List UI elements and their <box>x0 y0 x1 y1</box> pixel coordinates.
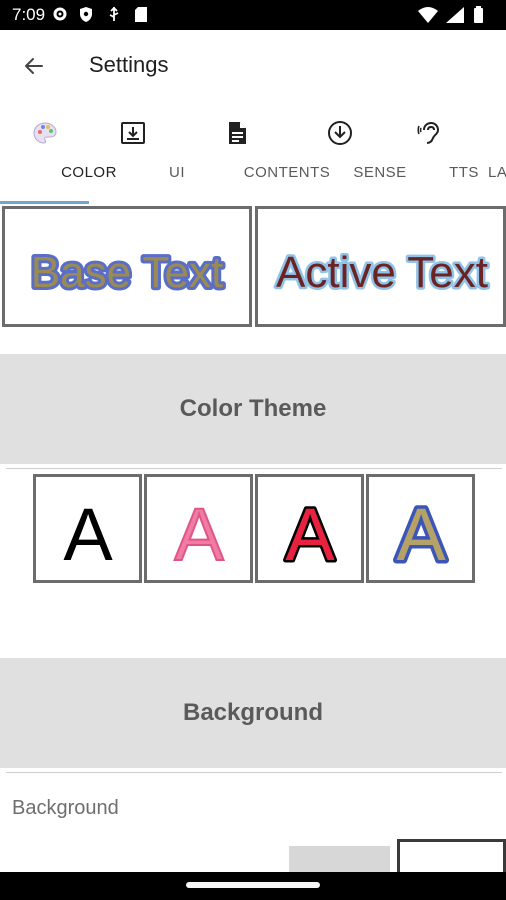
theme-letter-4: A <box>393 490 450 580</box>
signal-icon <box>446 7 464 23</box>
app-bar: Settings <box>0 30 506 100</box>
document-icon <box>224 120 250 146</box>
background-header: Background <box>0 658 506 768</box>
color-theme-header: Color Theme <box>0 354 506 464</box>
theme-letter-3: A <box>283 491 338 579</box>
tab-ui[interactable]: UI <box>89 110 185 206</box>
tab-bar: COLOR UI CONTENTS SENSE TTS LA <box>0 110 506 206</box>
download-box-icon <box>120 120 146 146</box>
svg-text:A: A <box>63 493 113 576</box>
shield-icon <box>78 6 94 28</box>
page-title: Settings <box>89 52 169 77</box>
background-field-label: Background <box>12 797 119 819</box>
palette-icon <box>32 120 58 146</box>
base-text-svg: Base Text <box>28 245 226 300</box>
theme-letter-2: A <box>173 492 225 577</box>
active-text-preview[interactable]: Active Text <box>255 206 506 327</box>
svg-text:A: A <box>285 493 335 576</box>
color-theme-title: Color Theme <box>179 395 327 422</box>
theme-tile-1[interactable]: A <box>33 474 142 583</box>
svg-text:A: A <box>174 493 224 576</box>
svg-text:A: A <box>396 493 446 576</box>
arrow-left-icon <box>25 58 43 74</box>
wifi-signal-battery-icons <box>418 6 483 23</box>
tab-contents[interactable]: CONTENTS <box>187 110 330 206</box>
tab-indicator <box>0 201 89 204</box>
arrow-down-circle-icon <box>327 120 353 146</box>
home-gesture-handle[interactable] <box>186 882 320 888</box>
navigation-bar <box>0 872 506 900</box>
background-title: Background <box>182 699 323 726</box>
tab-label-la: LA <box>488 164 506 181</box>
status-right-icons <box>416 5 496 30</box>
tab-la[interactable]: LA <box>486 110 506 206</box>
theme-letter-1: A <box>63 493 113 576</box>
tab-tts[interactable]: TTS <box>394 110 478 206</box>
active-text-label: Active Text <box>276 248 488 297</box>
sd-card-icon <box>134 6 148 28</box>
base-text-label: Base Text <box>31 248 223 297</box>
divider <box>6 772 502 773</box>
status-bar: 7:09 <box>0 0 506 30</box>
tab-color[interactable]: COLOR <box>0 110 116 206</box>
wifi-icon <box>418 7 438 23</box>
status-time: 7:09 <box>12 5 46 24</box>
gear-icon <box>52 6 68 27</box>
back-button[interactable] <box>16 48 52 84</box>
tab-sense[interactable]: SENSE <box>300 110 406 206</box>
theme-tile-2[interactable]: A <box>144 474 253 583</box>
base-text-preview[interactable]: Base Text <box>2 206 252 327</box>
ear-icon <box>416 120 442 146</box>
battery-icon <box>474 8 483 23</box>
theme-tile-4[interactable]: A <box>366 474 475 583</box>
usb-icon <box>108 6 120 28</box>
active-text-svg: Active Text <box>274 246 491 300</box>
theme-tile-3[interactable]: A <box>255 474 364 583</box>
divider <box>6 468 502 469</box>
